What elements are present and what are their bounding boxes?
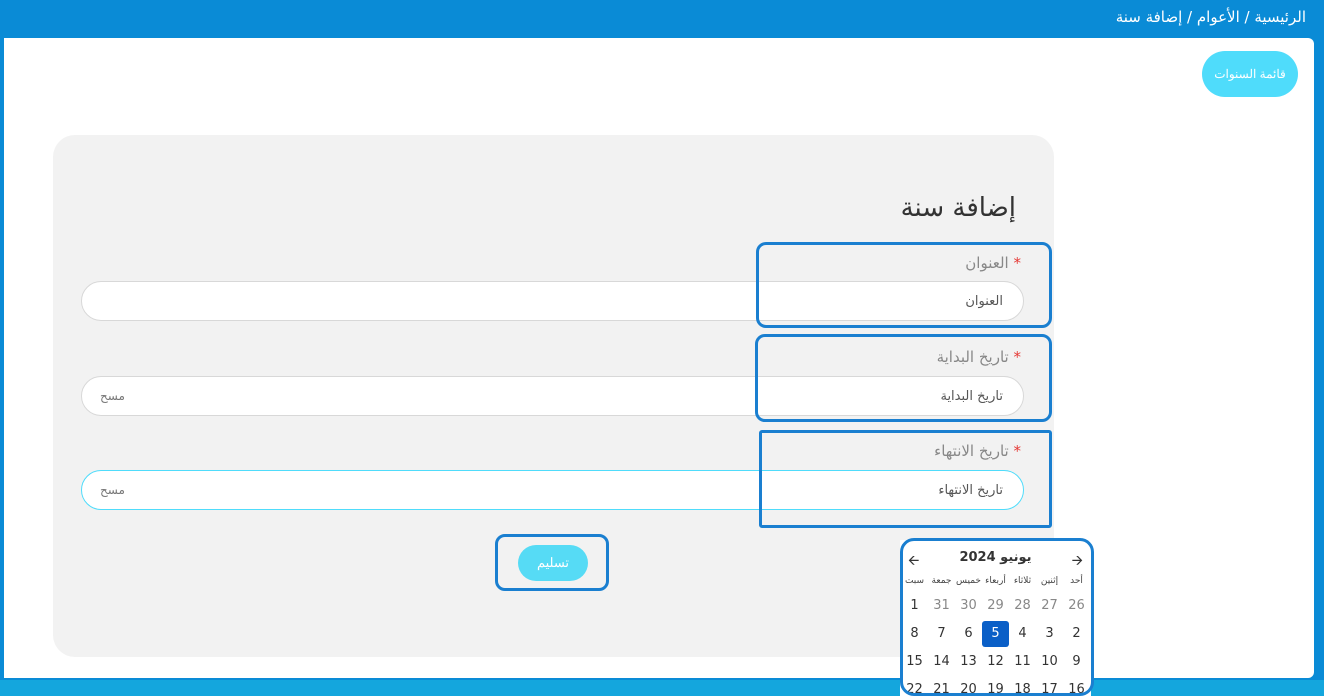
datepicker-highlight bbox=[900, 538, 1094, 696]
end-date-field-highlight bbox=[759, 430, 1052, 528]
years-list-button[interactable]: قائمة السنوات bbox=[1202, 51, 1298, 97]
bottom-bar bbox=[0, 680, 1324, 696]
title-field-highlight bbox=[756, 242, 1052, 328]
form-title: إضافة سنة bbox=[900, 193, 1016, 223]
start-date-field-highlight bbox=[755, 334, 1052, 422]
start-date-clear-button[interactable]: مسح bbox=[100, 389, 125, 403]
top-bar: الرئيسية / الأعوام / إضافة سنة bbox=[0, 0, 1324, 38]
breadcrumb: الرئيسية / الأعوام / إضافة سنة bbox=[1115, 8, 1306, 26]
end-date-clear-button[interactable]: مسح bbox=[100, 483, 125, 497]
submit-button-highlight bbox=[495, 534, 609, 591]
